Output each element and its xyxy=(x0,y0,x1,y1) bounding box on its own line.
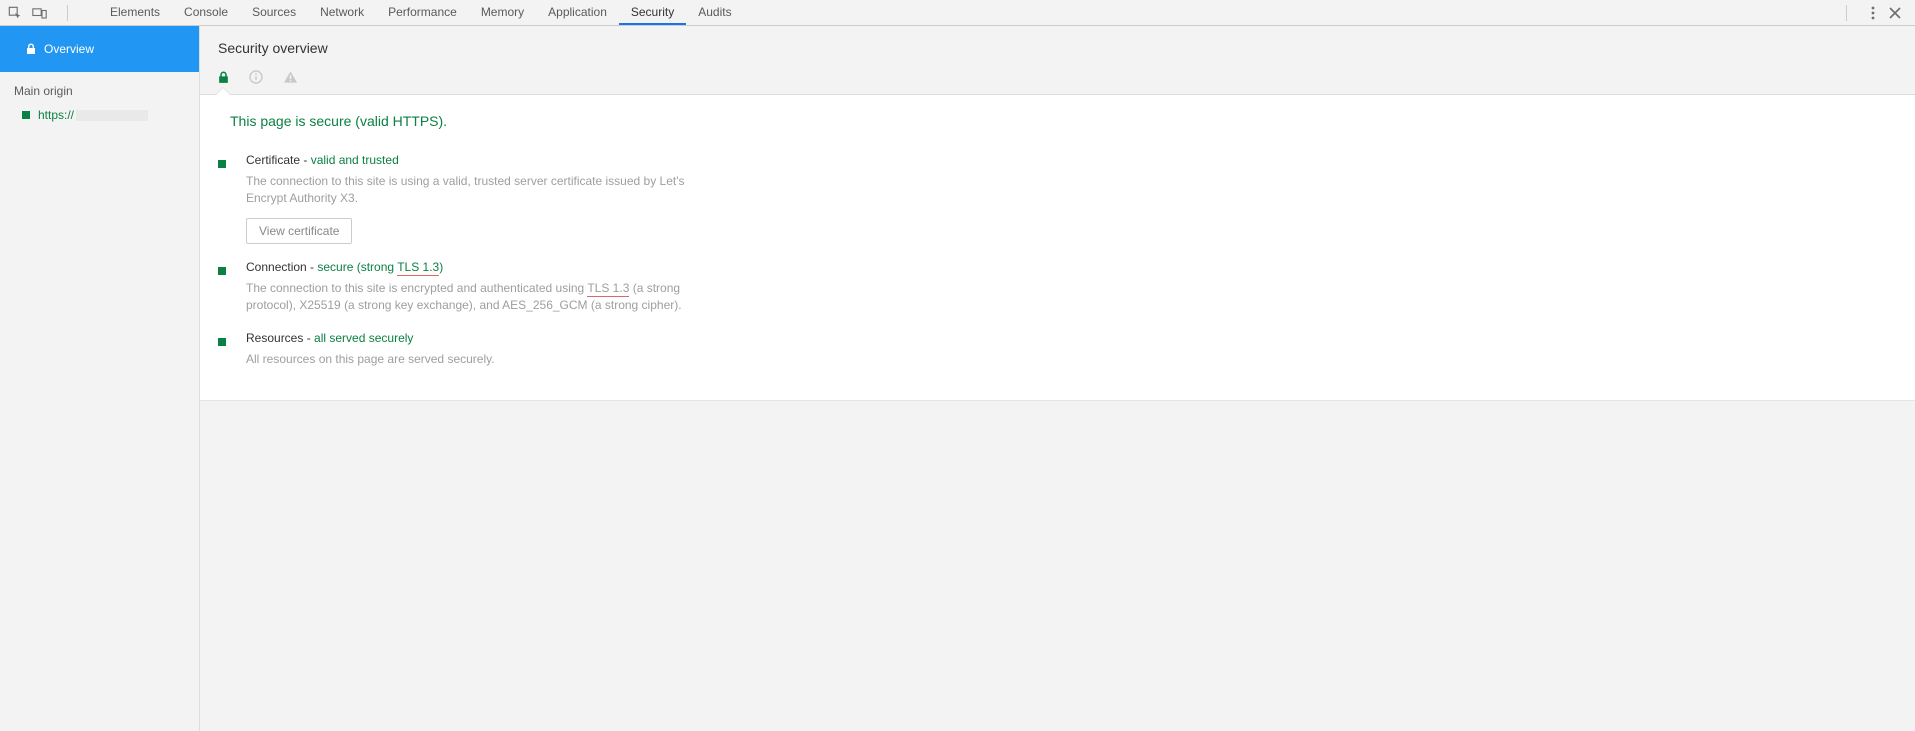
tab-memory[interactable]: Memory xyxy=(469,0,536,25)
tab-sources[interactable]: Sources xyxy=(240,0,308,25)
tab-performance[interactable]: Performance xyxy=(376,0,469,25)
status-warning-icon[interactable] xyxy=(283,70,298,84)
connection-title-status: secure (strong TLS 1.3) xyxy=(317,260,443,276)
device-toggle-icon[interactable] xyxy=(32,6,47,20)
resources-title-status: all served securely xyxy=(314,331,413,345)
tab-security[interactable]: Security xyxy=(619,0,686,25)
sidebar-origin[interactable]: https:// xyxy=(0,106,199,128)
certificate-title-prefix: Certificate - xyxy=(246,153,311,167)
status-icon-row xyxy=(200,62,1915,94)
certificate-title-status: valid and trusted xyxy=(311,153,399,167)
section-certificate: Certificate - valid and trusted The conn… xyxy=(218,143,938,250)
resources-title-prefix: Resources - xyxy=(246,331,314,345)
lock-icon xyxy=(26,43,36,55)
secure-status-square-icon xyxy=(218,267,226,275)
tab-network[interactable]: Network xyxy=(308,0,376,25)
more-icon[interactable] xyxy=(1871,6,1875,20)
resources-title: Resources - all served securely xyxy=(246,331,706,345)
secure-status-square-icon xyxy=(218,338,226,346)
divider xyxy=(67,5,68,21)
section-resources: Resources - all served securely All reso… xyxy=(218,321,938,374)
devtools-tabbar: Elements Console Sources Network Perform… xyxy=(0,0,1915,26)
certificate-desc: The connection to this site is using a v… xyxy=(246,167,706,208)
active-status-pointer xyxy=(216,88,230,95)
tab-console[interactable]: Console xyxy=(172,0,240,25)
origin-text: https:// xyxy=(38,108,148,122)
secure-headline: This page is secure (valid HTTPS). xyxy=(218,113,938,143)
secure-status-square-icon xyxy=(218,160,226,168)
tls-version: TLS 1.3 xyxy=(587,281,629,297)
sidebar-section-label: Main origin xyxy=(0,72,199,106)
certificate-title: Certificate - valid and trusted xyxy=(246,153,706,167)
divider xyxy=(1846,5,1847,21)
security-sidebar: Overview Main origin https:// xyxy=(0,26,200,731)
resources-desc: All resources on this page are served se… xyxy=(246,345,706,368)
tab-audits[interactable]: Audits xyxy=(686,0,743,25)
tab-application[interactable]: Application xyxy=(536,0,619,25)
secure-status-square-icon xyxy=(22,111,30,119)
status-info-icon[interactable] xyxy=(249,70,263,84)
connection-desc: The connection to this site is encrypted… xyxy=(246,274,706,315)
content-title: Security overview xyxy=(200,26,1915,62)
tls-version: TLS 1.3 xyxy=(397,260,439,276)
tabbar-right-icons xyxy=(1836,5,1909,21)
connection-title-prefix: Connection - xyxy=(246,260,317,274)
sidebar-overview[interactable]: Overview xyxy=(0,26,199,72)
origin-host-redacted xyxy=(76,110,148,121)
section-connection: Connection - secure (strong TLS 1.3) The… xyxy=(218,250,938,321)
status-secure-lock-icon[interactable] xyxy=(218,71,229,84)
connection-title: Connection - secure (strong TLS 1.3) xyxy=(246,260,706,274)
content-body: This page is secure (valid HTTPS). Certi… xyxy=(200,94,1915,401)
tabs-container: Elements Console Sources Network Perform… xyxy=(98,0,744,25)
inspect-icon[interactable] xyxy=(8,6,22,20)
origin-scheme: https:// xyxy=(38,108,74,122)
security-content: Security overview This page is secure (v… xyxy=(200,26,1915,731)
main: Overview Main origin https:// Security o… xyxy=(0,26,1915,731)
tab-elements[interactable]: Elements xyxy=(98,0,172,25)
sidebar-overview-label: Overview xyxy=(44,42,94,56)
close-icon[interactable] xyxy=(1889,7,1901,19)
tabbar-left-icons xyxy=(6,5,84,21)
view-certificate-button[interactable]: View certificate xyxy=(246,218,352,244)
